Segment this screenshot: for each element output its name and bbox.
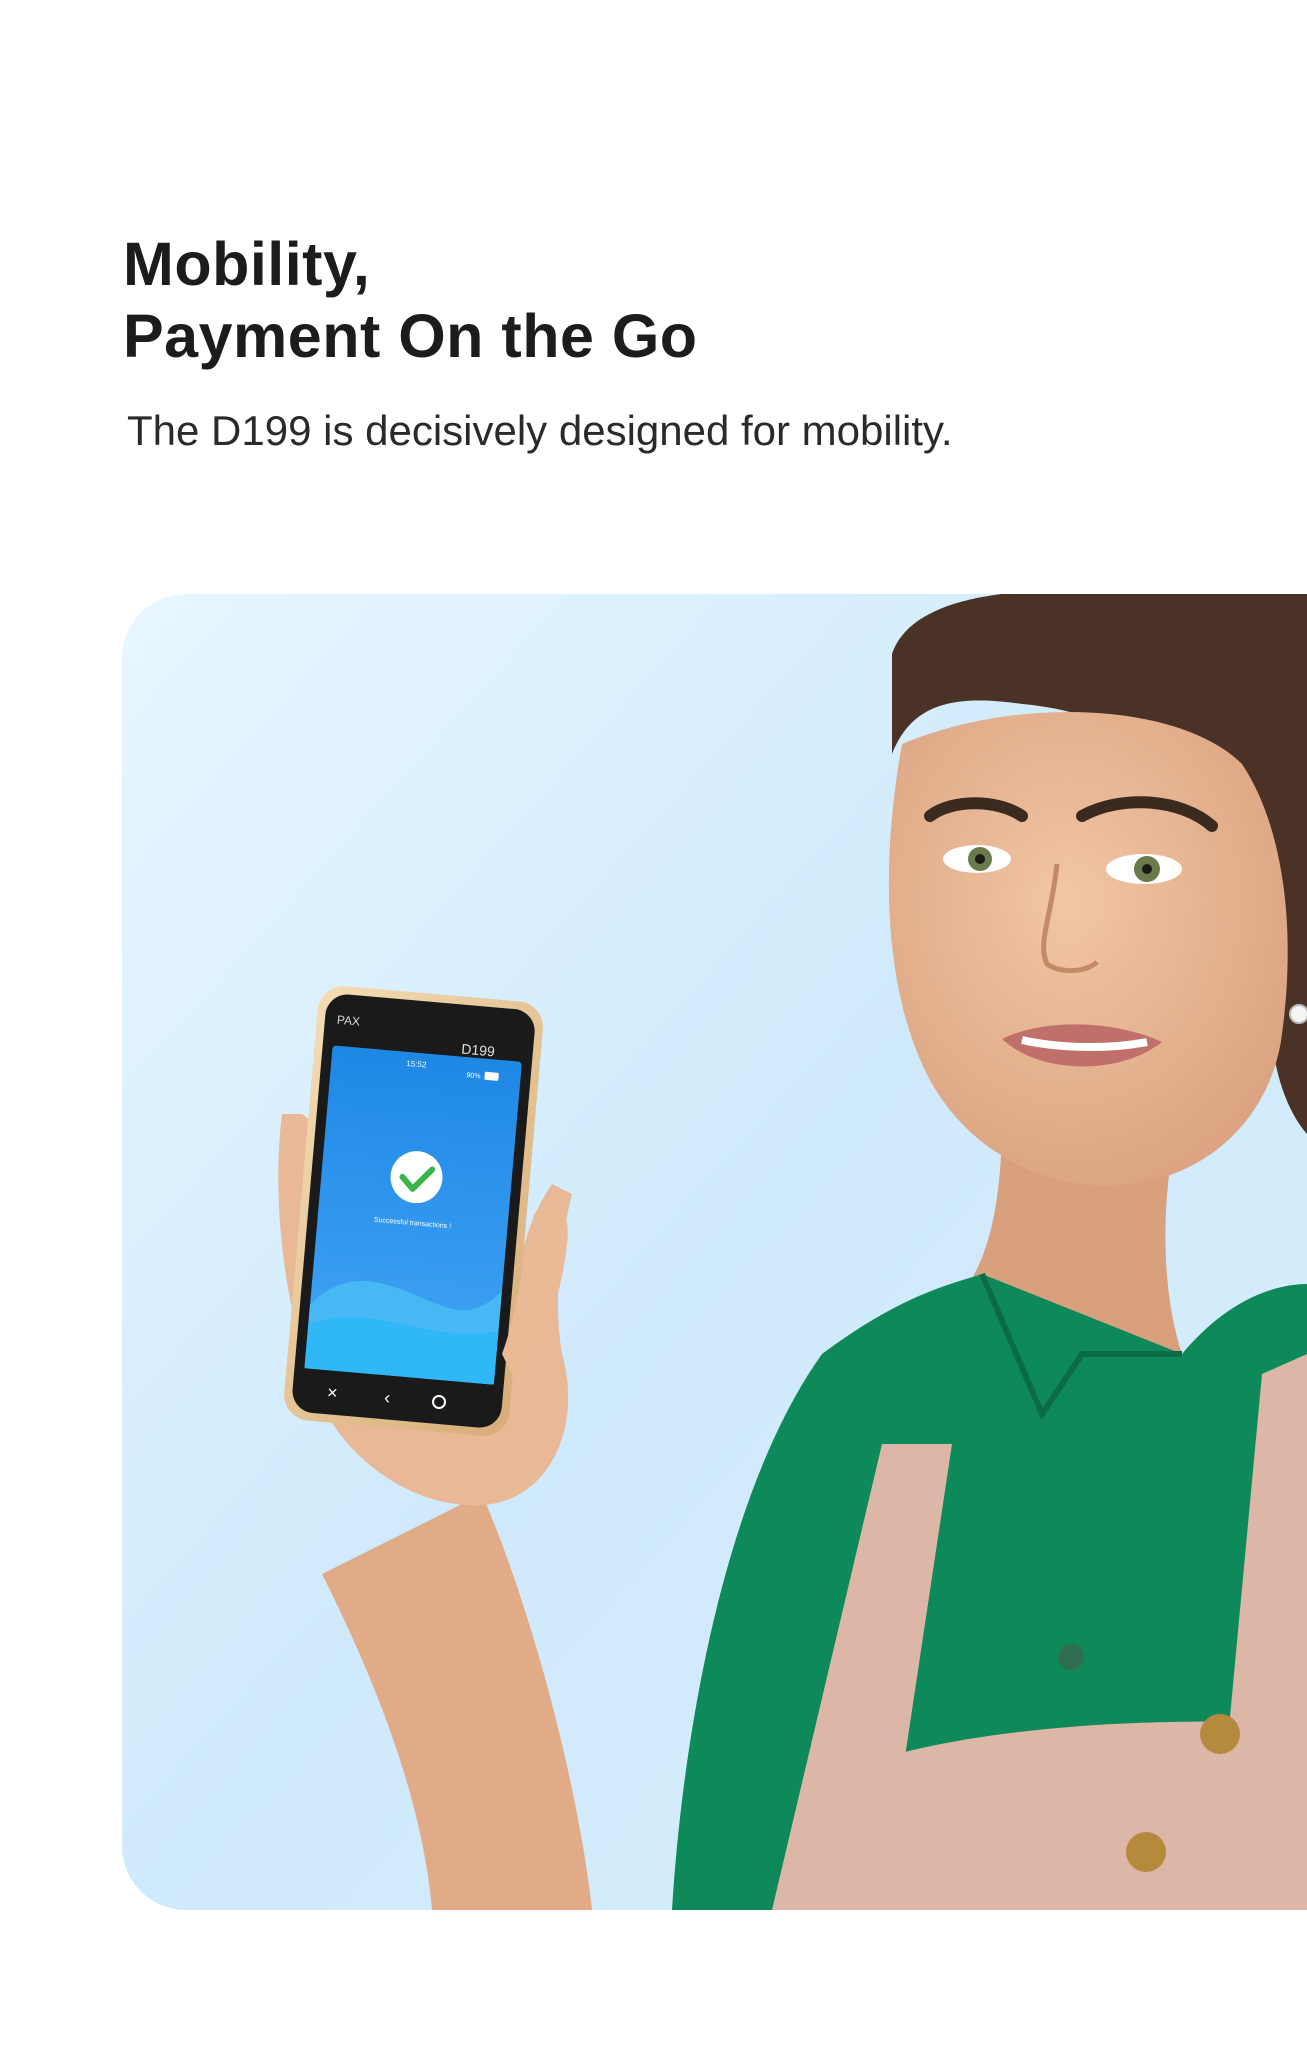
page-heading: Mobility, Payment On the Go (123, 228, 698, 372)
shirt-button (1058, 1644, 1084, 1670)
page-subtitle: The D199 is decisively designed for mobi… (127, 407, 953, 454)
product-photo: PAX D199 15:52 90% Successful transactio… (122, 594, 1307, 1910)
battery-icon (484, 1071, 499, 1081)
heading-line-1: Mobility, (123, 230, 371, 298)
photo-illustration: PAX D199 15:52 90% Successful transactio… (122, 594, 1307, 1910)
device-logo: PAX (336, 1013, 360, 1029)
device-model: D199 (461, 1041, 496, 1060)
device-clock: 15:52 (406, 1059, 427, 1070)
device-battery: 90% (466, 1072, 481, 1080)
close-icon[interactable]: × (326, 1382, 338, 1403)
heading-line-2: Payment On the Go (123, 302, 698, 370)
payment-device: PAX D199 15:52 90% Successful transactio… (284, 986, 543, 1436)
apron-button (1126, 1832, 1166, 1872)
apron-button (1200, 1714, 1240, 1754)
earring (1289, 1004, 1307, 1024)
